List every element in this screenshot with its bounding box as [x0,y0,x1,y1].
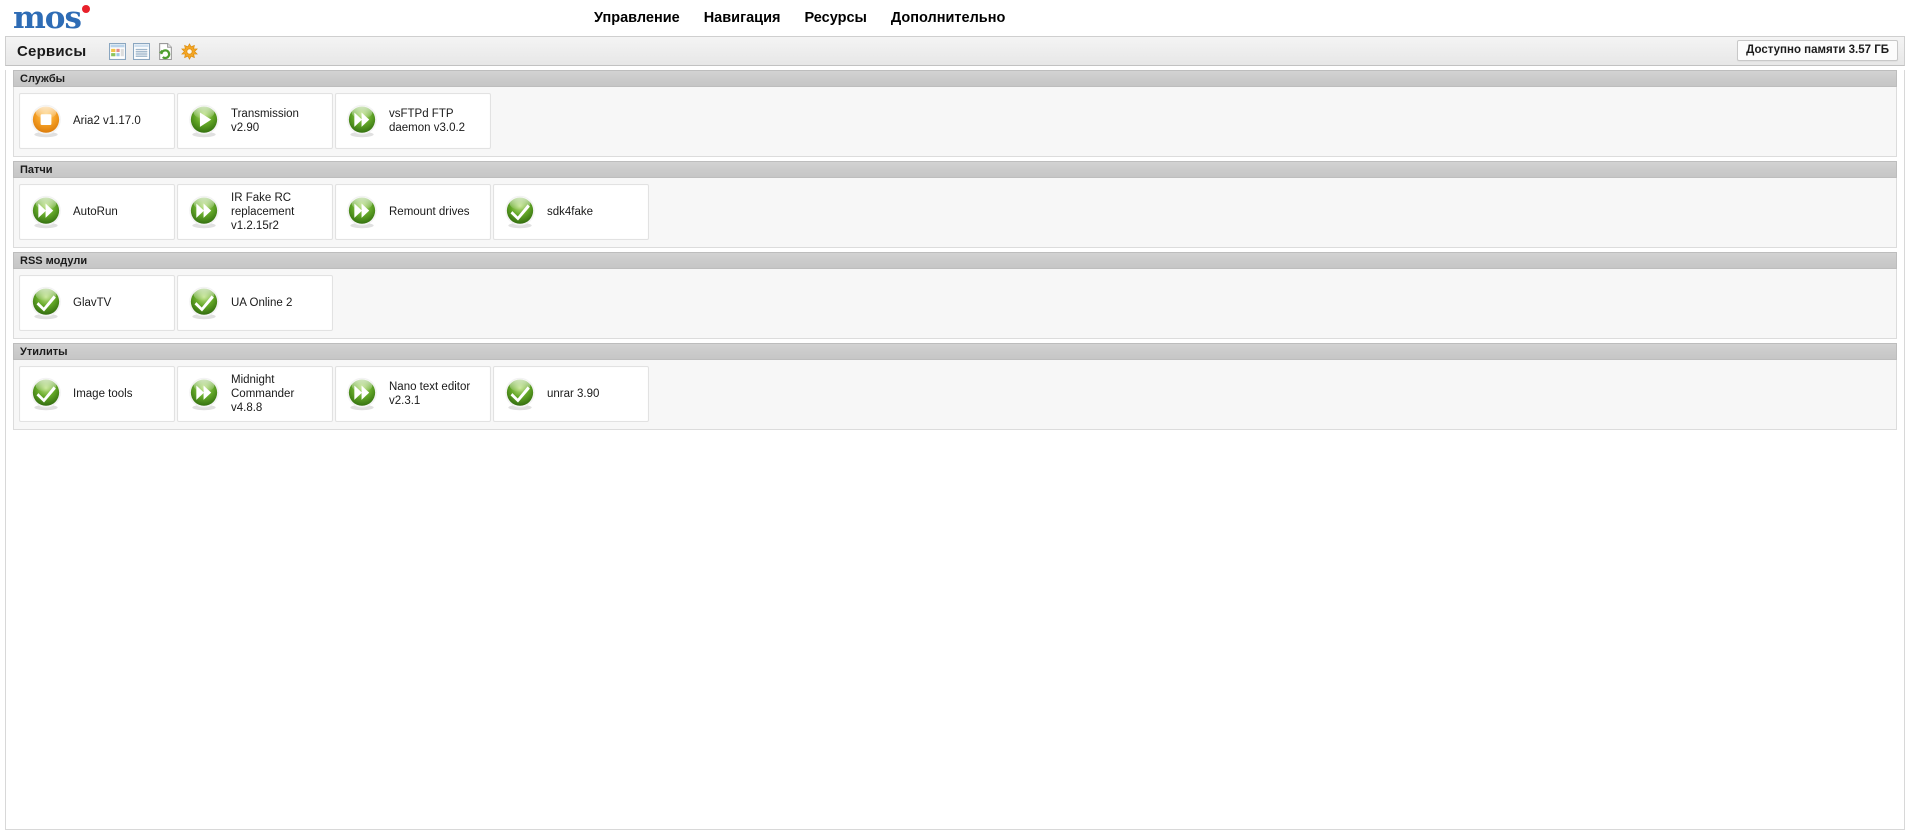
page-header: mos Управление Навигация Ресурсы Дополни… [0,0,1910,36]
check-green-icon [505,377,535,411]
service-card[interactable]: UA Online 2 [177,275,333,331]
section: RSS модули GlavTV UA Online 2 [6,252,1904,339]
stop-orange-icon [31,104,61,138]
refresh-page-icon[interactable] [157,42,174,60]
service-card[interactable]: Transmission v2.90 [177,93,333,149]
service-card-label: UA Online 2 [231,297,293,309]
service-card-label: Transmission v2.90 [231,108,299,134]
service-card[interactable]: Midnight Commander v4.8.8 [177,366,333,422]
service-card-label: GlavTV [73,297,112,309]
play-green-icon [189,104,219,138]
section: Утилиты Image tools Midnight Commander v… [6,343,1904,430]
forward-green-icon [31,195,61,229]
service-card-label: Midnight Commander v4.8.8 [231,374,295,414]
forward-green-icon [347,377,377,411]
service-card[interactable]: Nano text editor v2.3.1 [335,366,491,422]
nav-item-upravlenie[interactable]: Управление [592,8,682,28]
service-card-label: Image tools [73,388,133,400]
service-card-label: Remount drives [389,206,470,218]
content-area: Службы Aria2 v1.17.0 Transmission v2.90 … [5,70,1905,830]
section-body: GlavTV UA Online 2 [13,269,1897,339]
application-window: mos Управление Навигация Ресурсы Дополни… [0,0,1910,830]
nav-item-dopolnitelno[interactable]: Дополнительно [889,8,1007,28]
service-card-label: unrar 3.90 [547,388,600,400]
service-card-label: sdk4fake [547,206,594,218]
service-card[interactable]: Remount drives [335,184,491,240]
page-title: Сервисы [17,42,87,60]
nav-item-navigatsiya[interactable]: Навигация [702,8,783,28]
section-body: Aria2 v1.17.0 Transmission v2.90 vsFTPd … [13,87,1897,157]
grid-view-icon[interactable] [109,42,127,60]
section-body: Image tools Midnight Commander v4.8.8 Na… [13,360,1897,430]
forward-green-icon [347,104,377,138]
section-header: RSS модули [13,252,1897,269]
mos-logo[interactable]: mos [13,1,90,35]
toolbar-icon-group [109,42,199,60]
section: Службы Aria2 v1.17.0 Transmission v2.90 … [6,70,1904,157]
forward-green-icon [189,195,219,229]
logo-text: mos [13,0,82,36]
service-card[interactable]: AutoRun [19,184,175,240]
toolbar: Сервисы Доступно памяти 3.57 ГБ [5,36,1905,66]
service-card-label: Nano text editor v2.3.1 [389,381,471,407]
service-card-label: IR Fake RC replacement v1.2.15r2 [231,192,295,232]
service-card[interactable]: Aria2 v1.17.0 [19,93,175,149]
section-header: Утилиты [13,343,1897,360]
section-body: AutoRun IR Fake RC replacement v1.2.15r2 [13,178,1897,248]
service-card[interactable]: vsFTPd FTP daemon v3.0.2 [335,93,491,149]
section: Патчи AutoRun IR Fake RC replacement v1.… [6,161,1904,248]
service-card[interactable]: unrar 3.90 [493,366,649,422]
nav-item-resursy[interactable]: Ресурсы [802,8,868,28]
service-card[interactable]: Image tools [19,366,175,422]
sections-container: Службы Aria2 v1.17.0 Transmission v2.90 … [6,70,1904,430]
main-navigation: Управление Навигация Ресурсы Дополнитель… [592,0,1007,36]
forward-green-icon [189,377,219,411]
section-header: Патчи [13,161,1897,178]
check-green-icon [31,286,61,320]
section-header: Службы [13,70,1897,87]
check-green-icon [189,286,219,320]
logo-dot-icon [81,4,90,13]
check-green-icon [505,195,535,229]
service-card-label: AutoRun [73,206,118,218]
memory-status-badge: Доступно памяти 3.57 ГБ [1737,40,1898,61]
service-card[interactable]: IR Fake RC replacement v1.2.15r2 [177,184,333,240]
service-card[interactable]: GlavTV [19,275,175,331]
service-card-label: vsFTPd FTP daemon v3.0.2 [389,108,466,134]
service-card[interactable]: sdk4fake [493,184,649,240]
check-green-icon [31,377,61,411]
settings-gear-icon[interactable] [181,42,199,60]
list-view-icon[interactable] [133,42,151,60]
service-card-label: Aria2 v1.17.0 [73,115,141,127]
forward-green-icon [347,195,377,229]
